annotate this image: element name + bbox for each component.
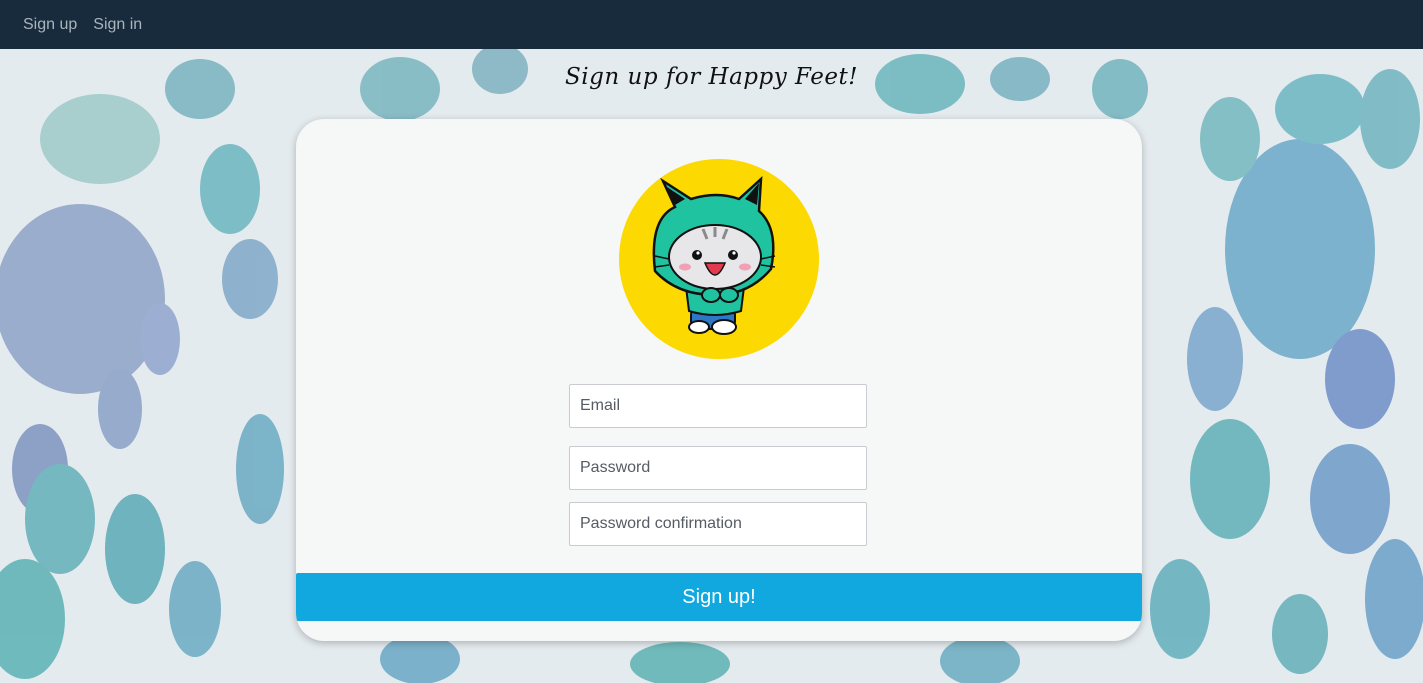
password-field[interactable] — [569, 446, 867, 490]
sign-up-submit-button[interactable]: Sign up! — [296, 573, 1142, 621]
signup-card: Sign up! — [296, 119, 1142, 641]
nav-sign-up-link[interactable]: Sign up — [23, 16, 77, 34]
password-confirmation-field[interactable] — [569, 502, 867, 546]
nav-sign-in-link[interactable]: Sign in — [93, 16, 142, 34]
cat-mascot-icon — [652, 176, 776, 335]
cat-mascot-avatar — [619, 159, 819, 359]
page-title: Sign up for Happy Feet! — [565, 64, 858, 90]
top-navbar: Sign up Sign in — [0, 0, 1423, 49]
email-field[interactable] — [569, 384, 867, 428]
